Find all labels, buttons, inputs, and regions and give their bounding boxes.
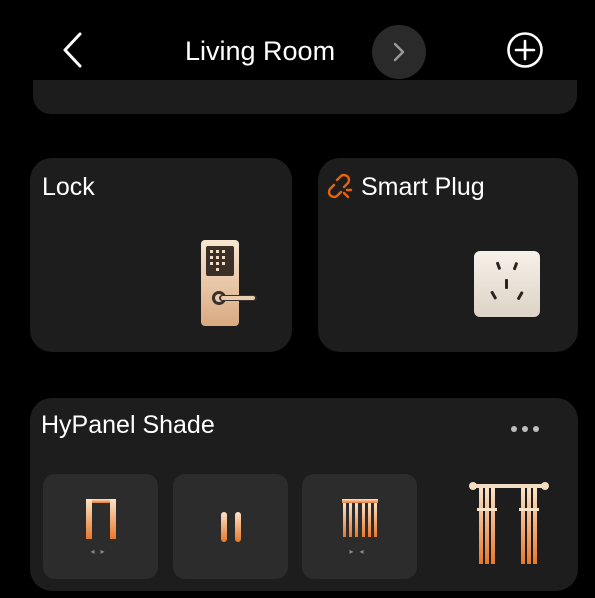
shade-pause-button[interactable] [173, 474, 288, 579]
more-options-button[interactable] [503, 416, 547, 442]
shade-title: HyPanel Shade [41, 411, 215, 439]
open-arrows: ◂▸ [90, 547, 111, 556]
door-lock-icon [197, 238, 261, 333]
power-outlet-icon [472, 249, 542, 324]
chevron-left-icon [63, 32, 82, 68]
lock-title: Lock [42, 173, 95, 201]
curtain-close-icon [341, 499, 378, 537]
back-button[interactable] [51, 28, 95, 72]
add-device-button[interactable] [503, 28, 547, 72]
previous-card-edge [33, 80, 577, 114]
smart-plug-title: Smart Plug [361, 173, 485, 201]
shade-open-button[interactable]: ◂▸ [43, 474, 158, 579]
app-frame: Living Room Lock Smart Plug HyPanel Shad… [7, 0, 588, 598]
shade-close-button[interactable]: ▸◂ [302, 474, 417, 579]
link-broken-icon [327, 173, 353, 199]
more-horizontal-icon [511, 426, 517, 432]
curtain-open-icon [85, 499, 116, 539]
page-title: Living Room [185, 36, 336, 66]
pause-icon [220, 511, 241, 542]
next-room-button[interactable] [372, 25, 426, 79]
plus-circle-icon [507, 32, 543, 68]
smart-plug-header: Smart Plug [325, 172, 485, 202]
close-arrows: ▸◂ [349, 547, 370, 556]
more-dot [522, 426, 528, 432]
more-dot [533, 426, 539, 432]
chevron-right-icon [393, 42, 405, 62]
curtain-icon [469, 478, 549, 573]
